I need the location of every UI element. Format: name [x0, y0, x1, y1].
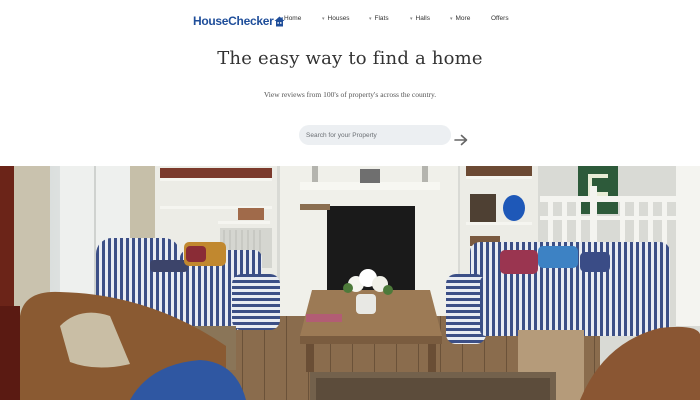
nav-more-label: More: [455, 15, 471, 22]
nav-flats-label: Flats: [374, 15, 389, 22]
top-navigation: HouseChecker Home ▾ Houses ▾ Flats ▾ Hal…: [0, 0, 700, 40]
nav-home[interactable]: Home: [284, 15, 301, 22]
chevron-down-icon: ▾: [322, 15, 325, 22]
chevron-down-icon: ▾: [369, 15, 372, 22]
chevron-down-icon: ▾: [450, 15, 453, 22]
property-search-input[interactable]: [299, 125, 451, 145]
hero-title: The easy way to find a home: [217, 48, 483, 69]
nav-houses[interactable]: ▾ Houses: [322, 15, 350, 22]
site-logo[interactable]: HouseChecker: [193, 13, 285, 29]
logo-text: HouseChecker: [193, 14, 274, 28]
chevron-down-icon: ▾: [410, 15, 413, 22]
hero-subtitle: View reviews from 100's of property's ac…: [263, 90, 437, 99]
nav-home-label: Home: [284, 15, 302, 22]
living-room-photo: [0, 166, 700, 400]
nav-houses-label: Houses: [327, 15, 350, 22]
nav-halls[interactable]: ▾ Halls: [410, 15, 430, 22]
arrow-right-icon[interactable]: [454, 134, 468, 146]
nav-flats[interactable]: ▾ Flats: [369, 15, 389, 22]
nav-more[interactable]: ▾ More: [450, 15, 470, 22]
nav-offers-label: Offers: [491, 15, 509, 22]
nav-offers[interactable]: Offers: [491, 15, 509, 22]
nav-halls-label: Halls: [415, 15, 430, 22]
